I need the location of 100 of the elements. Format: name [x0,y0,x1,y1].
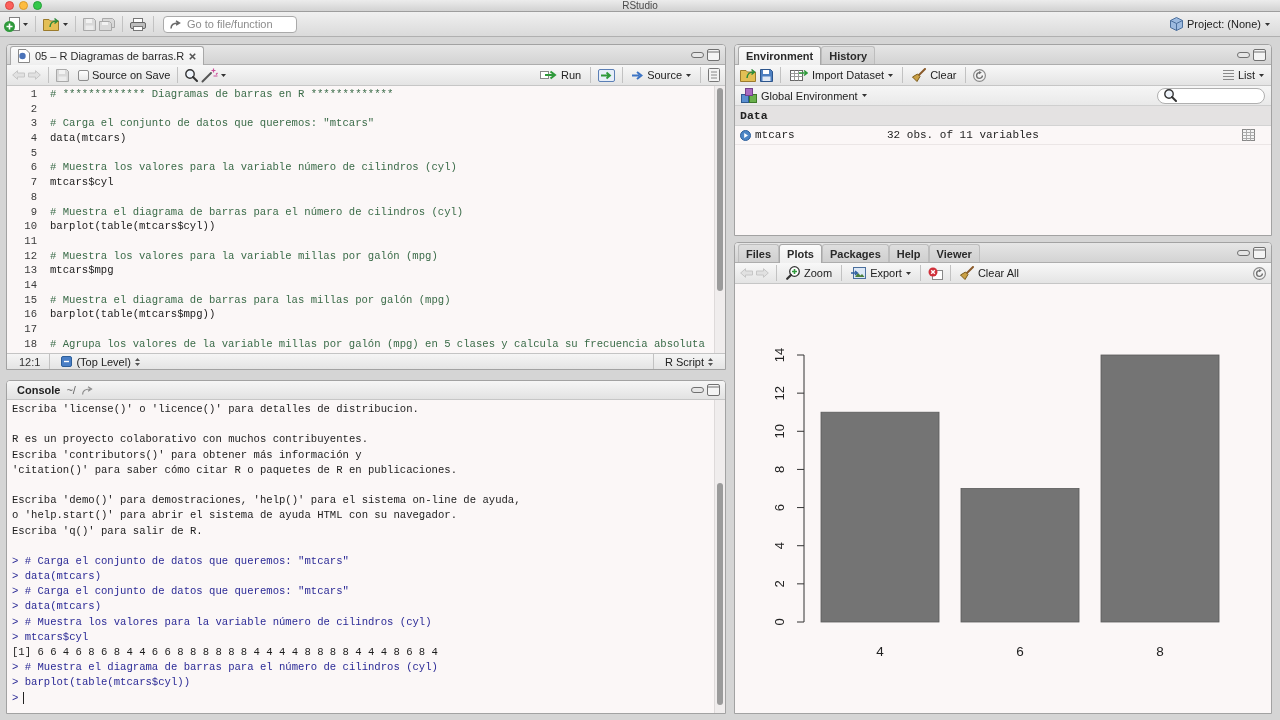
folder-icon[interactable] [740,68,757,82]
remove-plot-icon[interactable] [927,266,943,280]
run-button[interactable]: Run [537,66,584,84]
pane-tab[interactable]: Packages [822,244,889,262]
search-field[interactable] [1157,87,1265,104]
minimize-icon[interactable] [1237,51,1250,58]
variable-name[interactable]: mtcars [755,129,795,141]
project-menu[interactable]: Project: (None) [1168,15,1272,33]
refresh-icon[interactable] [973,68,987,82]
caret-icon[interactable] [63,22,68,26]
tick-label: 6 [772,503,787,512]
code-line: barplot(table(mtcars$mpg)) [50,307,216,322]
close-icon[interactable] [189,52,197,60]
grid-icon[interactable] [1242,129,1255,141]
scope-icon [61,356,73,367]
maximize-icon[interactable] [1253,48,1266,61]
scrollbar-thumb[interactable] [717,483,723,705]
import-dataset-menu[interactable]: Import Dataset [788,66,896,84]
zoom-button[interactable]: Zoom [784,264,835,282]
maximize-icon[interactable] [707,48,720,61]
maximize-icon[interactable] [1253,246,1266,259]
checkbox-label[interactable]: Source on Save [92,69,171,81]
caret-icon[interactable] [221,73,227,77]
checkbox[interactable] [78,69,89,81]
editor-tab[interactable]: 05 – R Diagramas de barras.R [10,46,205,65]
window-title: RStudio [622,0,658,11]
search-icon [1164,89,1177,102]
pane-tab[interactable]: Files [738,244,780,262]
working-directory: ~/ [66,384,76,396]
pane-title: Console [17,384,61,396]
window-zoom-icon[interactable] [33,1,42,10]
new-file-icon[interactable] [4,16,20,32]
scrollbar-thumb[interactable] [717,88,723,291]
minimize-icon[interactable] [691,387,704,393]
save-icon[interactable] [760,68,773,82]
print-icon[interactable] [130,17,146,31]
line-number: 18 [24,336,37,352]
refresh-icon[interactable] [1253,266,1266,280]
code-line: data(mtcars) [50,131,127,146]
line-number: 5 [30,145,37,161]
outline-icon[interactable] [708,68,720,82]
view-mode-menu[interactable]: List [1220,66,1266,84]
arrow-icon[interactable] [81,385,94,395]
folder-icon[interactable] [43,17,60,31]
file-type-menu[interactable]: R Script [662,352,715,369]
source-icon [632,69,644,81]
run-icon [539,69,557,81]
pane-tab[interactable]: Plots [779,244,822,263]
pane-tab[interactable]: History [821,46,876,64]
console-command: > # Carga el conjunto de datos que queremos: "mtcars" [12,584,349,600]
tick-label: 10 [772,424,787,439]
variable-value: 32 obs. of 11 variables [887,129,1039,141]
console-command: > mtcars$cyl [12,629,89,645]
console-command: > data(mtcars) [12,569,101,585]
minimize-icon[interactable] [1237,249,1250,256]
window-close-icon[interactable] [5,1,14,10]
console-command: > barplot(table(mtcars$cyl)) [12,675,190,691]
pane-tab[interactable]: Help [888,244,929,262]
pane-tab[interactable]: Environment [738,46,822,65]
source-button[interactable]: Source [630,66,693,84]
caret-icon [1265,22,1270,26]
maximize-icon[interactable] [707,384,720,396]
arrow-icon [170,19,181,29]
console-command: > # Muestra los valores para la variable número de cilindros (cyl) [12,614,432,630]
clear-all-button[interactable]: Clear All [957,264,1021,282]
line-number: 11 [24,233,37,249]
pane-tab[interactable]: Viewer [928,244,980,262]
tick-label: 2 [772,580,787,588]
caret-icon [861,94,867,97]
cubes-icon [741,88,757,103]
export-menu[interactable]: Export [849,264,913,282]
wand-icon[interactable] [201,67,219,83]
zoom-in-icon [786,266,800,280]
goto-field[interactable]: Go to file/function [163,15,297,33]
minimize-icon[interactable] [691,51,704,58]
console-output: o 'help.start()' para abrir el sistema de ayuda HTML con su navegador. [12,508,457,524]
tick-label: 8 [772,465,787,474]
code-line: # Carga el conjunto de datos que queremos: "mtcars" [50,116,375,132]
caret-icon[interactable] [23,22,28,26]
console-command: > # Muestra el diagrama de barras para el número de cilindros (cyl) [12,660,438,676]
category-label: 4 [876,644,884,659]
clear-button[interactable]: Clear [910,66,959,84]
line-number: 13 [24,263,37,278]
console-command: > data(mtcars) [12,599,101,615]
rerun-icon[interactable] [598,68,616,82]
line-number: 4 [30,131,37,146]
category-label: 6 [1016,644,1024,659]
cube-icon [1170,17,1183,31]
caret-icon [686,73,691,77]
console-output: R es un proyecto colaborativo con muchos contribuyentes. [12,432,368,448]
play-circle-icon[interactable] [740,129,751,141]
line-number: 17 [24,322,37,337]
tick-label: 4 [772,542,787,550]
code-line: # Muestra los valores para la variable millas por galón (mpg) [50,248,438,264]
line-number: 12 [24,248,37,264]
search-icon[interactable] [185,68,199,82]
console-output: Escriba 'license()' o 'licence()' para detalles de distribucion. [12,402,419,417]
code-line: mtcars$cyl [50,175,114,190]
caret-icon [1259,73,1264,77]
scope-menu[interactable]: (Top Level) [59,352,142,369]
